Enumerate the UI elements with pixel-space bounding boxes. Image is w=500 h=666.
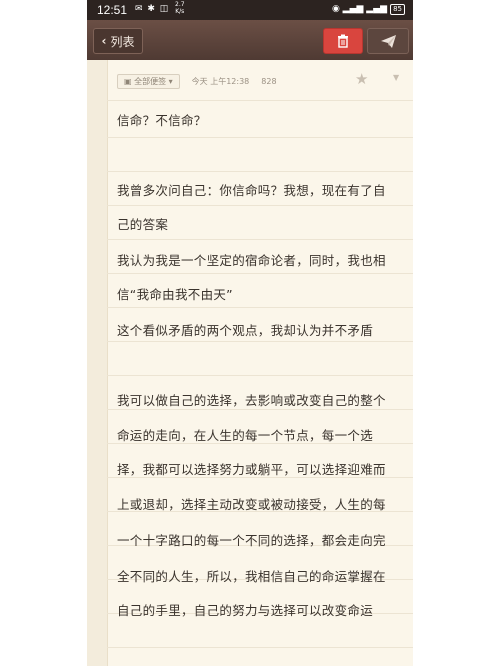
note-line: 我可以做自己的选择，去影响或改变自己的整个	[117, 393, 386, 408]
note-line: 这个看似矛盾的两个观点，我却认为并不矛盾	[117, 323, 374, 338]
star-icon[interactable]: ★	[355, 70, 368, 88]
phone-screen: 12:51 ✉ ✱ ◫ 2.7 K/s ◉ ▂▄▆ ▂▄▆ 85 ‹ 列表 ▣ …	[87, 0, 413, 666]
back-to-list-button[interactable]: ‹ 列表	[93, 28, 143, 54]
note-line: 自己的手里，自己的努力与选择可以改变命运	[117, 603, 374, 618]
status-bar: 12:51 ✉ ✱ ◫ 2.7 K/s ◉ ▂▄▆ ▂▄▆ 85	[87, 0, 413, 20]
status-time: 12:51	[97, 3, 128, 17]
send-icon	[380, 34, 396, 48]
top-navbar: ‹ 列表	[87, 20, 413, 60]
note-line: 全不同的人生，所以，我相信自己的命运掌握在	[117, 569, 386, 584]
note-line: 上或退却，选择主动改变或被动接受，人生的每	[117, 497, 386, 512]
share-button[interactable]	[367, 28, 409, 54]
folder-tag[interactable]: ▣ 全部便签 ▾	[117, 73, 180, 89]
delete-button[interactable]	[323, 28, 363, 54]
note-line: 己的答案	[117, 217, 169, 232]
network-speed: 2.7 K/s	[175, 1, 185, 15]
dropdown-icon[interactable]: ▼	[393, 73, 399, 82]
note-line: 命运的走向，在人生的每一个节点，每一个选	[117, 428, 374, 443]
notification-icons: ✉ ✱ ◫	[135, 4, 170, 14]
chevron-left-icon: ‹	[101, 34, 107, 48]
paper-margin	[87, 60, 108, 666]
back-label: 列表	[110, 34, 135, 49]
trash-icon	[338, 34, 348, 48]
note-line: 我认为我是一个坚定的宿命论者，同时，我也相	[117, 253, 386, 268]
note-line: 信“我命由我不由天”	[117, 287, 233, 302]
note-line: 信命？不信命？	[117, 113, 207, 128]
note-meta: ▣ 全部便签 ▾ 今天 上午12:38 828	[117, 72, 277, 90]
signal-icons: ◉ ▂▄▆ ▂▄▆ 85	[332, 4, 405, 15]
note-line: 我曾多次问自己：你信命吗？我想，现在有了自	[117, 183, 386, 198]
note-line: 择，我都可以选择努力或躺平，可以选择迎难而	[117, 462, 386, 477]
note-line: 一个十字路口的每一个不同的选择，都会走向完	[117, 533, 386, 548]
note-timestamp: 今天 上午12:38	[191, 76, 250, 86]
battery-icon: 85	[390, 4, 405, 15]
char-count: 828	[261, 76, 277, 86]
